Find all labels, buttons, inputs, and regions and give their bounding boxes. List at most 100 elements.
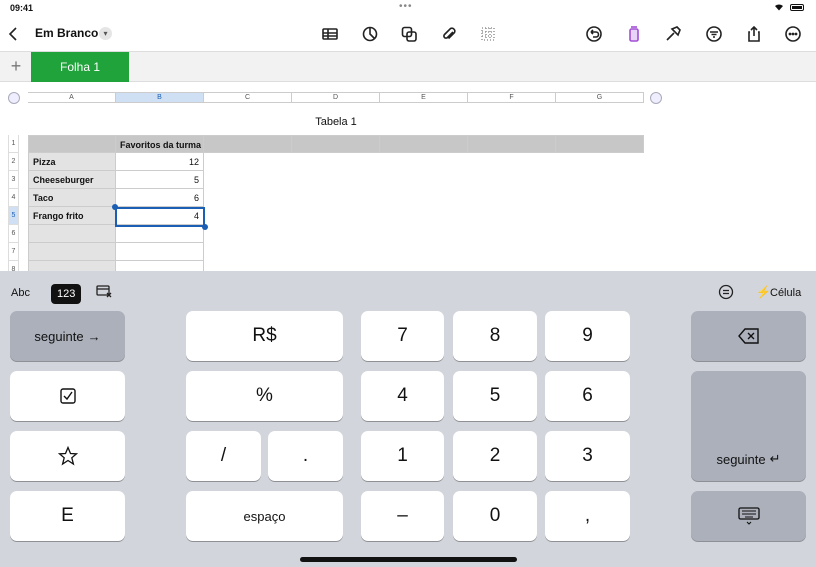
backspace-icon: [737, 328, 759, 344]
cell-b6[interactable]: [116, 225, 204, 243]
share-icon[interactable]: [743, 23, 765, 45]
next-key[interactable]: seguinte →: [10, 311, 125, 361]
mode-abc[interactable]: Abc: [11, 287, 30, 299]
key-4[interactable]: 4: [361, 371, 444, 421]
comma-label: ,: [584, 505, 591, 526]
key-1[interactable]: 1: [361, 431, 444, 481]
cell-mode-label[interactable]: Célula: [770, 287, 801, 299]
decimal-key[interactable]: .: [268, 431, 343, 481]
bolt-icon[interactable]: ⚡: [756, 285, 771, 299]
key-0[interactable]: 0: [453, 491, 537, 541]
status-bar: 09:41 •••: [0, 0, 816, 16]
column-header-e[interactable]: E: [380, 92, 468, 103]
cell-g1[interactable]: [556, 135, 644, 153]
cell-c1[interactable]: [204, 135, 292, 153]
cell-a2[interactable]: Pizza: [28, 153, 116, 171]
wifi-icon: [775, 4, 783, 11]
column-header-d[interactable]: D: [292, 92, 380, 103]
key-7[interactable]: 7: [361, 311, 444, 361]
more-icon[interactable]: [782, 23, 804, 45]
chevron-down-icon[interactable]: ▾: [99, 27, 112, 40]
chart-icon[interactable]: [359, 23, 381, 45]
row-header-5[interactable]: 5: [8, 207, 19, 225]
cell-b3[interactable]: 5: [116, 171, 204, 189]
checkbox-icon: [59, 388, 76, 404]
column-header-c[interactable]: C: [204, 92, 292, 103]
key-2-label: 2: [489, 445, 501, 466]
key-8[interactable]: 8: [453, 311, 537, 361]
percent-key[interactable]: %: [186, 371, 343, 421]
key-9[interactable]: 9: [545, 311, 630, 361]
status-time: 09:41: [10, 3, 34, 13]
column-header-f[interactable]: F: [468, 92, 556, 103]
checkbox-key[interactable]: [10, 371, 125, 421]
exponent-key[interactable]: E: [10, 491, 125, 541]
multitasking-dots-icon[interactable]: •••: [399, 1, 413, 12]
table-select-handle-icon[interactable]: [8, 92, 20, 104]
cell-a4[interactable]: Taco: [28, 189, 116, 207]
shape-icon[interactable]: [398, 23, 420, 45]
row-header-2[interactable]: 2: [8, 153, 19, 171]
key-5-label: 5: [489, 385, 501, 406]
selection-handle-bottom[interactable]: [202, 224, 208, 230]
cell-b4[interactable]: 6: [116, 189, 204, 207]
cell-a3[interactable]: Cheeseburger: [28, 171, 116, 189]
back-icon[interactable]: [3, 23, 25, 45]
grid-dots-icon[interactable]: [477, 23, 499, 45]
key-7-label: 7: [397, 325, 408, 346]
row-header-7[interactable]: 7: [8, 243, 19, 261]
formula-icon[interactable]: [718, 284, 734, 300]
key-5[interactable]: 5: [453, 371, 537, 421]
document-title[interactable]: Em Branco: [35, 26, 98, 40]
format-brush-icon[interactable]: [623, 23, 645, 45]
table-icon[interactable]: [319, 23, 341, 45]
home-indicator[interactable]: [300, 557, 517, 562]
column-header-a[interactable]: A: [28, 92, 116, 103]
decimal-label: .: [302, 445, 309, 466]
cell-d1[interactable]: [292, 135, 380, 153]
key-0-label: 0: [489, 505, 501, 526]
cell-f1[interactable]: [468, 135, 556, 153]
tab-folha-1[interactable]: Folha 1: [31, 52, 129, 82]
hammer-icon[interactable]: [662, 23, 684, 45]
key-2[interactable]: 2: [453, 431, 537, 481]
backspace-key[interactable]: [691, 311, 806, 361]
cell-a1[interactable]: [28, 135, 116, 153]
slash-label: /: [220, 445, 227, 466]
cell-b1[interactable]: Favoritos da turma: [116, 135, 204, 153]
star-rating-key[interactable]: [10, 431, 125, 481]
row-header-4[interactable]: 4: [8, 189, 19, 207]
filter-icon[interactable]: [703, 23, 725, 45]
percent-label: %: [256, 385, 273, 406]
slash-key[interactable]: /: [186, 431, 261, 481]
space-key[interactable]: espaço: [186, 491, 343, 541]
currency-key[interactable]: R$: [186, 311, 343, 361]
add-sheet-icon[interactable]: +: [6, 56, 26, 76]
table-title[interactable]: Tabela 1: [28, 116, 644, 128]
paperclip-icon[interactable]: [438, 23, 460, 45]
undo-icon[interactable]: [583, 23, 605, 45]
exponent-label: E: [61, 505, 74, 526]
cell-a7[interactable]: [28, 243, 116, 261]
minus-key[interactable]: –: [361, 491, 444, 541]
row-header-6[interactable]: 6: [8, 225, 19, 243]
cell-a6[interactable]: [28, 225, 116, 243]
key-3[interactable]: 3: [545, 431, 630, 481]
row-header-1[interactable]: 1: [8, 135, 19, 153]
column-header-b[interactable]: B: [116, 92, 204, 103]
column-header-g[interactable]: G: [556, 92, 644, 103]
cell-b2[interactable]: 12: [116, 153, 204, 171]
cell-e1[interactable]: [380, 135, 468, 153]
key-6[interactable]: 6: [545, 371, 630, 421]
dismiss-keyboard-key[interactable]: [691, 491, 806, 541]
selection-handle-top[interactable]: [112, 204, 118, 210]
next-return-key[interactable]: seguinte ↵: [691, 371, 806, 481]
cell-a5[interactable]: Frango frito: [28, 207, 116, 225]
add-column-handle-icon[interactable]: [650, 92, 662, 104]
date-time-icon[interactable]: [96, 284, 112, 298]
cell-b7[interactable]: [116, 243, 204, 261]
comma-key[interactable]: ,: [545, 491, 630, 541]
mode-123[interactable]: 123: [51, 284, 82, 304]
star-icon: [57, 446, 78, 466]
row-header-3[interactable]: 3: [8, 171, 19, 189]
